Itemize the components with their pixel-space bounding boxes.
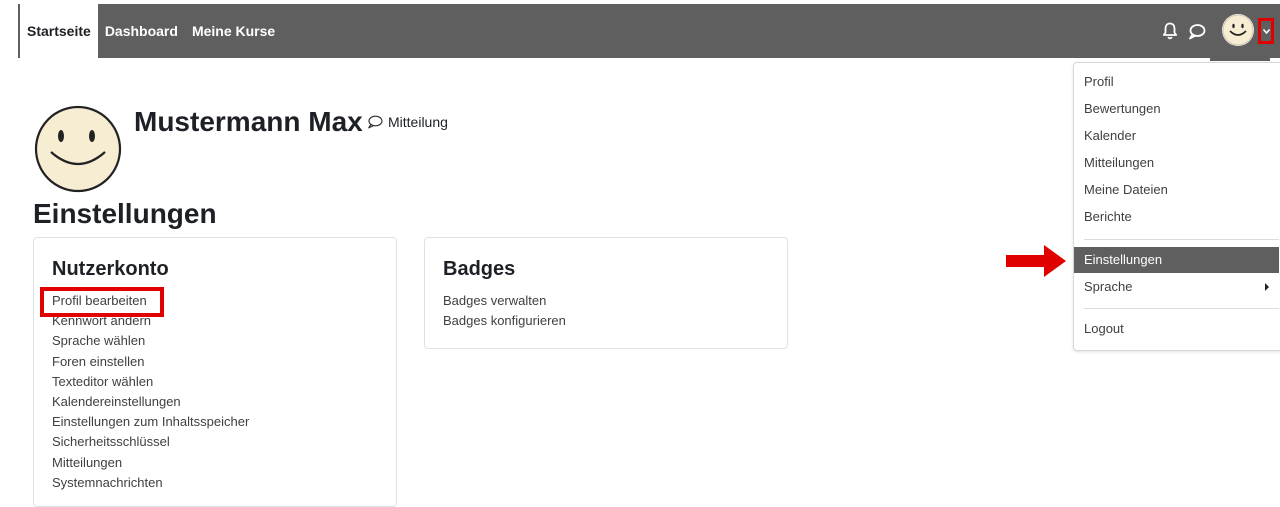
send-message-label: Mitteilung: [388, 114, 448, 130]
menu-item-reports[interactable]: Berichte: [1074, 204, 1279, 230]
badges-links: Badges verwalten Badges konfigurieren: [443, 291, 566, 331]
link-configure-badges[interactable]: Badges konfigurieren: [443, 311, 566, 331]
chevron-right-icon: [1265, 283, 1269, 291]
link-security-keys[interactable]: Sicherheitsschlüssel: [52, 432, 249, 452]
navbar-shadow: [1210, 58, 1270, 61]
page-title: Einstellungen: [33, 198, 217, 229]
send-message-link[interactable]: Mitteilung: [367, 114, 448, 130]
navbar-bar: Startseite Dashboard Meine Kurse: [18, 4, 1280, 58]
link-choose-language[interactable]: Sprache wählen: [52, 331, 249, 351]
chat-icon: [368, 115, 383, 129]
link-manage-badges[interactable]: Badges verwalten: [443, 291, 566, 311]
account-links: Profil bearbeiten Kennwort ändern Sprach…: [52, 291, 249, 493]
menu-item-my-files[interactable]: Meine Dateien: [1074, 177, 1279, 203]
chat-icon[interactable]: [1188, 23, 1206, 40]
profile-avatar: [34, 105, 122, 193]
menu-item-grades[interactable]: Bewertungen: [1074, 96, 1279, 122]
top-navbar: Startseite Dashboard Meine Kurse: [0, 0, 1280, 59]
bell-icon[interactable]: [1162, 22, 1178, 40]
menu-item-language[interactable]: Sprache: [1074, 274, 1279, 300]
link-messages[interactable]: Mitteilungen: [52, 453, 249, 473]
nav-tab-startseite[interactable]: Startseite: [20, 4, 98, 58]
menu-divider: [1084, 308, 1279, 309]
chevron-down-icon: [1263, 29, 1270, 35]
user-menu-toggle[interactable]: [1258, 18, 1274, 44]
nav-tab-meine-kurse[interactable]: Meine Kurse: [185, 4, 282, 58]
link-calendar-settings[interactable]: Kalendereinstellungen: [52, 392, 249, 412]
link-forum-settings[interactable]: Foren einstellen: [52, 352, 249, 372]
link-content-bank-settings[interactable]: Einstellungen zum Inhaltsspeicher: [52, 412, 249, 432]
user-dropdown-menu: Profil Bewertungen Kalender Mitteilungen…: [1073, 62, 1280, 351]
menu-item-logout[interactable]: Logout: [1074, 316, 1279, 342]
account-card: Nutzerkonto Profil bearbeiten Kennwort ä…: [33, 237, 397, 507]
menu-item-settings[interactable]: Einstellungen: [1074, 247, 1279, 273]
link-notifications[interactable]: Systemnachrichten: [52, 473, 249, 493]
badges-card: Badges Badges verwalten Badges konfiguri…: [424, 237, 788, 349]
account-card-title: Nutzerkonto: [52, 258, 169, 280]
menu-item-calendar[interactable]: Kalender: [1074, 123, 1279, 149]
link-text-editor[interactable]: Texteditor wählen: [52, 372, 249, 392]
badges-card-title: Badges: [443, 258, 516, 280]
menu-item-profile[interactable]: Profil: [1074, 69, 1279, 95]
edit-profile-highlight: [40, 287, 164, 317]
primary-navigation: Startseite Dashboard Meine Kurse: [20, 4, 282, 58]
menu-item-language-label: Sprache: [1084, 279, 1133, 294]
avatar[interactable]: [1222, 14, 1254, 46]
profile-name: Mustermann Max: [134, 106, 363, 137]
menu-divider: [1084, 239, 1279, 240]
nav-tab-dashboard[interactable]: Dashboard: [98, 4, 185, 58]
menu-item-messages[interactable]: Mitteilungen: [1074, 150, 1279, 176]
red-arrow-icon: [1006, 245, 1066, 277]
